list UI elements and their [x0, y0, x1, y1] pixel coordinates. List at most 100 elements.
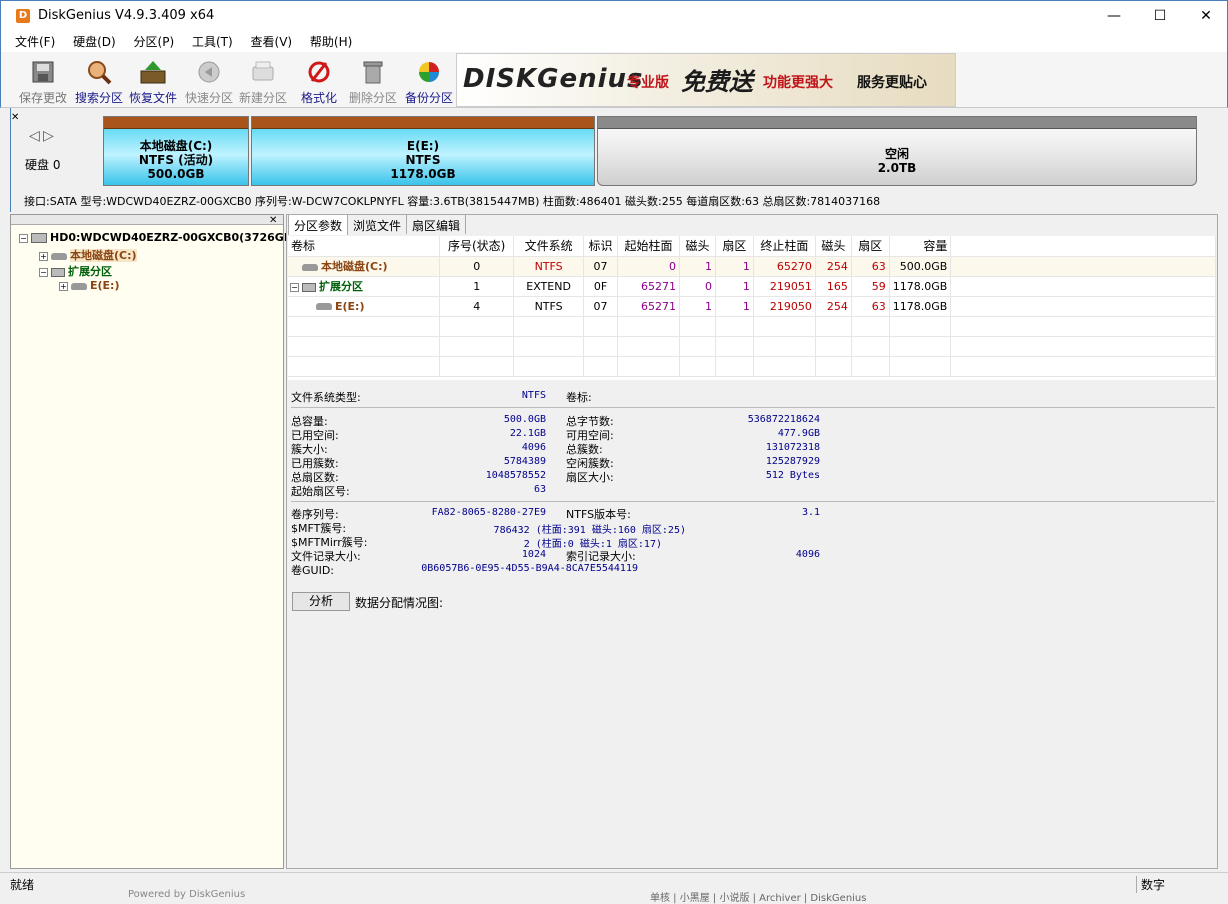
- tab-browse-files[interactable]: 浏览文件: [347, 214, 408, 234]
- row-end-cyl: 219050: [753, 296, 816, 317]
- collapse-icon[interactable]: −: [39, 267, 48, 277]
- volume-guid-label: 卷GUID:: [291, 564, 334, 577]
- footer-links: 单核 | 小黑屋 | 小说版 | Archiver | DiskGenius: [650, 893, 867, 904]
- menu-partition[interactable]: 分区(P): [134, 30, 175, 50]
- disk-label: 硬盘 0: [25, 158, 61, 172]
- row-id: 07: [583, 256, 619, 277]
- analyze-button[interactable]: 分析: [292, 592, 350, 611]
- search-partition-button[interactable]: 搜索分区: [71, 56, 127, 106]
- free-space-value: 477.9GB: [777, 428, 820, 439]
- sector-size-label: 扇区大小:: [566, 471, 614, 484]
- new-partition-icon: [249, 58, 277, 86]
- partition-e-size: 1178.0GB: [390, 167, 456, 181]
- ntfs-version-label: NTFS版本号:: [566, 508, 631, 521]
- volume-icon: [302, 263, 318, 271]
- close-diskmap-icon[interactable]: ✕: [11, 112, 19, 123]
- save-icon: [29, 58, 57, 86]
- tree-c-label: 本地磁盘(C:): [70, 249, 137, 262]
- total-sectors-value: 1048578552: [485, 470, 546, 481]
- free-space-header: [598, 117, 1196, 129]
- header-end-cyl[interactable]: 终止柱面: [753, 236, 816, 257]
- header-start-sector[interactable]: 扇区: [715, 236, 754, 257]
- tree-disk-node[interactable]: − HD0:WDCWD40EZRZ-00GXCB0(3726GB): [19, 231, 297, 244]
- menu-file[interactable]: 文件(F): [15, 30, 55, 50]
- row-index: 1: [439, 276, 515, 297]
- index-record-size-label: 索引记录大小:: [566, 550, 636, 563]
- delete-partition-label: 删除分区: [348, 91, 397, 105]
- row-end-sector: 63: [851, 296, 890, 317]
- header-label[interactable]: 卷标: [288, 236, 441, 257]
- row-end-cyl: 65270: [753, 256, 816, 277]
- table-row[interactable]: E(E:) 4 NTFS 07 65271 1 1 219050 254 63 …: [288, 296, 1216, 317]
- total-bytes-value: 536872218624: [747, 414, 820, 425]
- table-row[interactable]: − 扩展分区 1 EXTEND 0F 65271 0 1 219051 165 5…: [288, 276, 1216, 297]
- row-index: 0: [439, 256, 515, 277]
- prev-disk-icon[interactable]: ◁: [29, 128, 40, 144]
- partition-c-header: [104, 117, 248, 129]
- recover-file-button[interactable]: 恢复文件: [125, 56, 181, 106]
- row-fs: NTFS: [513, 296, 585, 317]
- tree-e-label: E(E:): [90, 279, 120, 292]
- header-index[interactable]: 序号(状态): [439, 236, 515, 257]
- mft-value: 786432 (柱面:391 磁头:160 扇区:25): [493, 525, 686, 536]
- tree-panel-header: [11, 215, 283, 225]
- close-button[interactable]: ✕: [1183, 1, 1228, 31]
- row-end-sector: 59: [851, 276, 890, 297]
- partition-e[interactable]: E(E:) NTFS 1178.0GB: [251, 116, 595, 186]
- row-id: 07: [583, 296, 619, 317]
- header-start-cyl[interactable]: 起始柱面: [617, 236, 680, 257]
- backup-partition-button[interactable]: 备份分区: [401, 56, 457, 106]
- close-tree-icon[interactable]: ✕: [269, 215, 277, 226]
- collapse-icon[interactable]: −: [290, 282, 299, 292]
- header-start-head[interactable]: 磁头: [679, 236, 716, 257]
- tab-partition-params[interactable]: 分区参数: [288, 214, 349, 235]
- row-start-cyl: 0: [617, 256, 680, 277]
- collapse-icon[interactable]: −: [19, 233, 28, 243]
- menu-disk[interactable]: 硬盘(D): [73, 30, 116, 50]
- header-fs[interactable]: 文件系统: [513, 236, 585, 257]
- partition-c-size: 500.0GB: [147, 167, 205, 181]
- quick-partition-button[interactable]: 快速分区: [181, 56, 237, 106]
- header-id[interactable]: 标识: [583, 236, 619, 257]
- header-end-sector[interactable]: 扇区: [851, 236, 890, 257]
- free-space[interactable]: 空闲 2.0TB: [597, 116, 1197, 186]
- disk-icon: [31, 233, 47, 243]
- row-fs: EXTEND: [513, 276, 585, 297]
- delete-partition-button[interactable]: 删除分区: [345, 56, 401, 106]
- menu-bar: 文件(F) 硬盘(D) 分区(P) 工具(T) 查看(V) 帮助(H): [0, 30, 1228, 52]
- tree-c-node[interactable]: + 本地磁盘(C:): [39, 247, 137, 263]
- save-changes-button[interactable]: 保存更改: [15, 56, 71, 106]
- partition-c[interactable]: 本地磁盘(C:) NTFS (活动) 500.0GB: [103, 116, 249, 186]
- maximize-button[interactable]: ☐: [1137, 1, 1183, 31]
- window-title: DiskGenius V4.9.3.409 x64: [38, 8, 215, 23]
- divider: [291, 407, 1215, 408]
- header-end-head[interactable]: 磁头: [815, 236, 852, 257]
- minimize-button[interactable]: —: [1091, 1, 1137, 31]
- banner-logo: DISKGenius: [463, 64, 644, 94]
- table-row[interactable]: 本地磁盘(C:) 0 NTFS 07 0 1 1 65270 254 63 50…: [288, 256, 1216, 277]
- extended-icon: [51, 267, 65, 277]
- menu-view[interactable]: 查看(V): [251, 30, 293, 50]
- partition-c-name: 本地磁盘(C:): [139, 139, 213, 153]
- expand-icon[interactable]: +: [39, 251, 48, 261]
- format-button[interactable]: 格式化: [291, 56, 347, 106]
- tree-e-node[interactable]: + E(E:): [59, 279, 119, 292]
- promo-banner[interactable]: DISKGenius 专业版 免费送 功能更强大 服务更贴心: [456, 53, 956, 107]
- new-partition-button[interactable]: 新建分区: [235, 56, 291, 106]
- row-capacity: 500.0GB: [889, 256, 952, 277]
- tab-sector-edit[interactable]: 扇区编辑: [406, 214, 467, 234]
- tree-ext-node[interactable]: − 扩展分区: [39, 263, 112, 279]
- expand-icon[interactable]: +: [59, 281, 68, 291]
- tree-ext-label: 扩展分区: [68, 265, 112, 278]
- free-space-size: 2.0TB: [877, 161, 917, 175]
- save-changes-label: 保存更改: [18, 91, 67, 105]
- menu-tools[interactable]: 工具(T): [192, 30, 233, 50]
- menu-help[interactable]: 帮助(H): [310, 30, 352, 50]
- powered-by-text: Powered by DiskGenius: [128, 889, 246, 900]
- row-start-head: 1: [679, 256, 716, 277]
- next-disk-icon[interactable]: ▷: [43, 128, 54, 144]
- quick-partition-label: 快速分区: [184, 91, 233, 105]
- header-capacity[interactable]: 容量: [889, 236, 952, 257]
- row-fs: NTFS: [513, 256, 585, 277]
- quick-partition-icon: [195, 58, 223, 86]
